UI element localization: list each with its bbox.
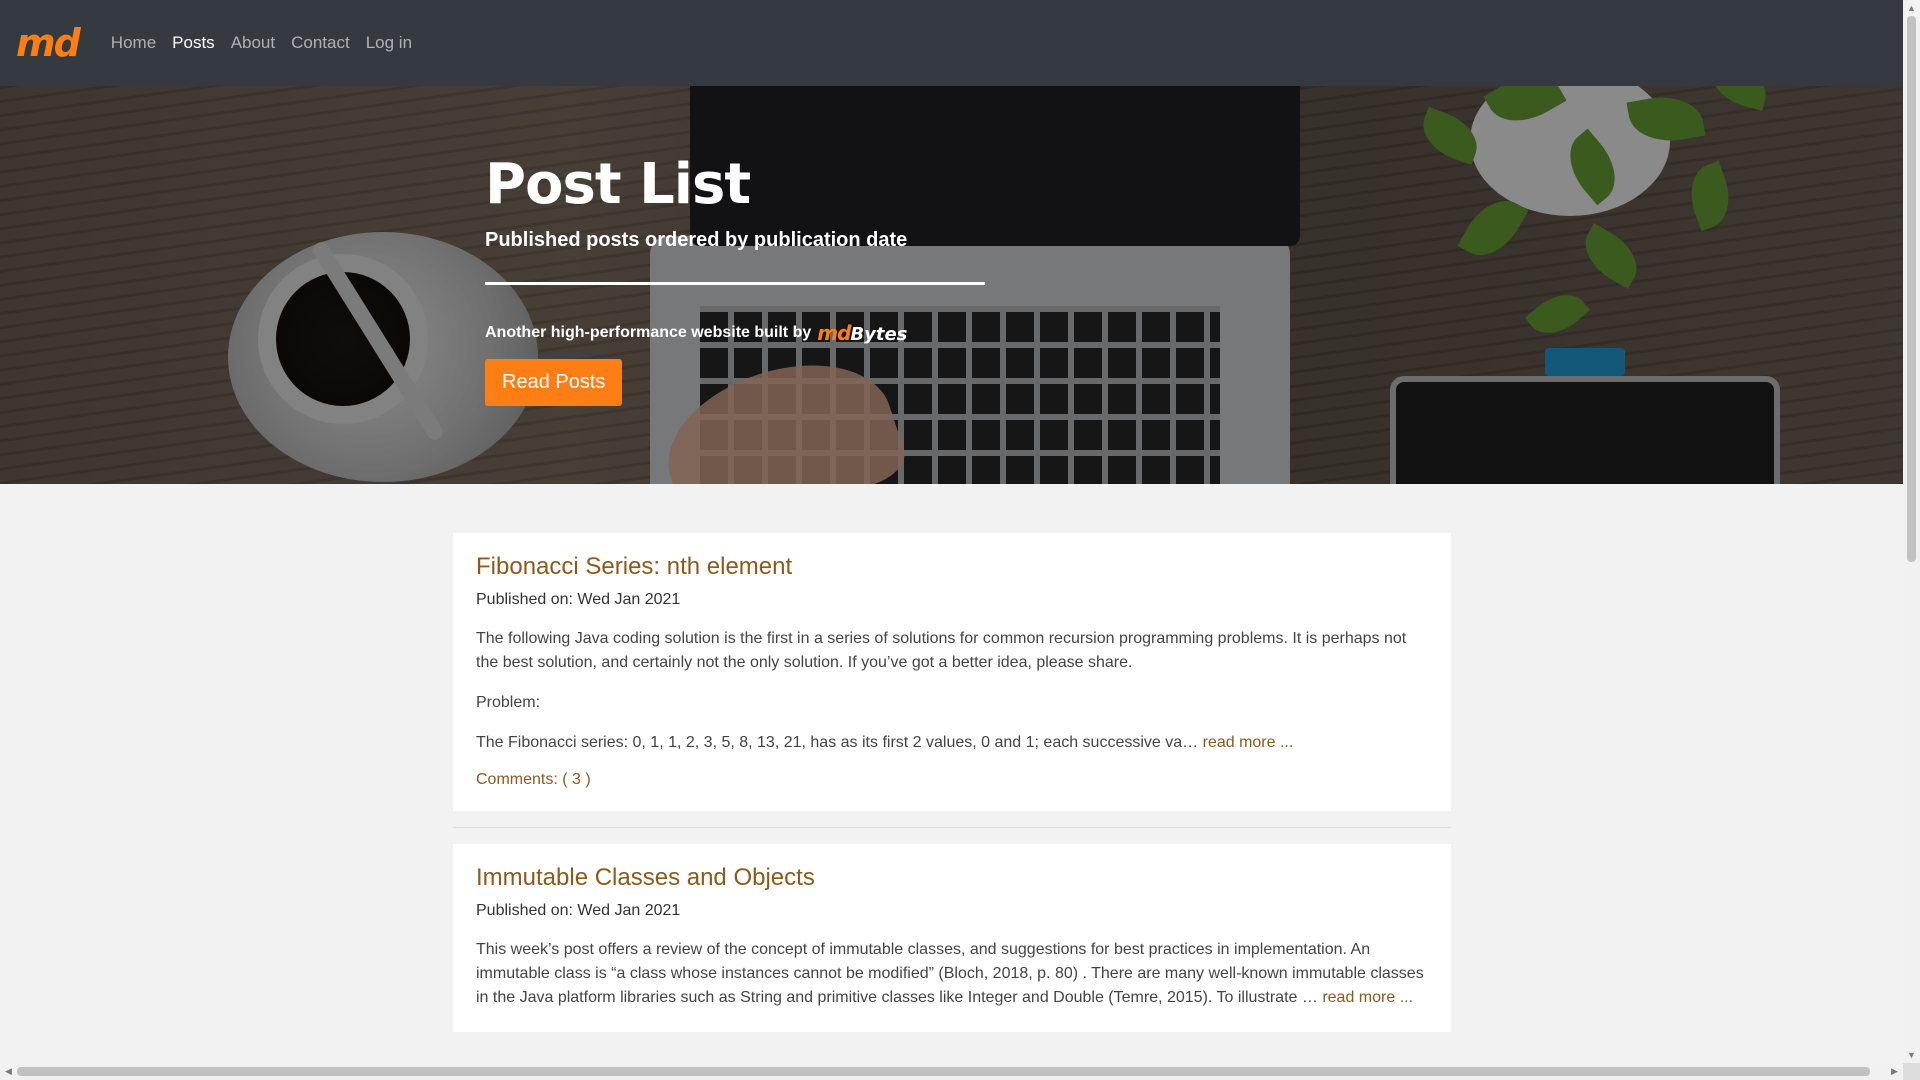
scrollbar-corner: [1903, 1063, 1920, 1080]
page-subtitle: Published posts ordered by publication d…: [485, 229, 908, 251]
tagline-text: Another high-performance website built b…: [485, 324, 812, 341]
site-logo[interactable]: md: [16, 21, 81, 65]
post-paragraph: The Fibonacci series: 0, 1, 1, 2, 3, 5, …: [476, 731, 1428, 755]
nav-link-home[interactable]: Home: [103, 33, 164, 53]
post-list: Fibonacci Series: nth element Published …: [453, 533, 1451, 1032]
read-more-link[interactable]: read more ...: [1322, 989, 1413, 1006]
nav-link-login[interactable]: Log in: [358, 33, 420, 53]
post-excerpt: This week’s post offers a review of the …: [476, 938, 1428, 1010]
post-card: Fibonacci Series: nth element Published …: [453, 533, 1451, 811]
nav-link-contact[interactable]: Contact: [283, 33, 358, 53]
post-title-link[interactable]: Fibonacci Series: nth element: [476, 553, 792, 580]
vertical-scrollbar[interactable]: ▲ ▼: [1903, 0, 1920, 1063]
horizontal-scroll-thumb[interactable]: [17, 1067, 1870, 1076]
post-published-date: Published on: Wed Jan 2021: [476, 591, 681, 608]
top-navbar: md Home Posts About Contact Log in: [0, 0, 1903, 86]
post-card: Immutable Classes and Objects Published …: [453, 844, 1451, 1032]
post-published-date: Published on: Wed Jan 2021: [476, 902, 681, 919]
nav-links: Home Posts About Contact Log in: [103, 33, 420, 53]
scroll-left-arrow-icon[interactable]: ◀: [0, 1063, 17, 1080]
hero-divider: [485, 282, 985, 285]
comments-link[interactable]: Comments: ( 3 ): [476, 771, 1428, 789]
hero-content: Post List Published posts ordered by pub…: [485, 152, 985, 406]
post-excerpt: The following Java coding solution is th…: [476, 627, 1428, 755]
mdbytes-logo: md Bytes: [817, 321, 907, 345]
page-title: Post List: [485, 152, 751, 217]
post-paragraph: Problem:: [476, 694, 541, 711]
post-paragraph-text: This week’s post offers a review of the …: [476, 941, 1424, 1006]
post-divider: [453, 827, 1451, 828]
scroll-right-arrow-icon[interactable]: ▶: [1886, 1063, 1903, 1080]
nav-link-posts[interactable]: Posts: [164, 33, 223, 53]
browser-viewport: md Home Posts About Contact Log in Post …: [0, 0, 1903, 1063]
post-paragraph-text: The Fibonacci series: 0, 1, 1, 2, 3, 5, …: [476, 734, 1199, 751]
hero-tagline: Another high-performance website built b…: [485, 321, 985, 345]
read-posts-button[interactable]: Read Posts: [485, 359, 623, 406]
scroll-up-arrow-icon[interactable]: ▲: [1903, 0, 1920, 16]
vertical-scroll-thumb[interactable]: [1907, 16, 1916, 562]
post-paragraph: This week’s post offers a review of the …: [476, 938, 1428, 1010]
horizontal-scrollbar[interactable]: ◀ ▶: [0, 1063, 1903, 1080]
logo-text: md: [16, 21, 81, 65]
mdbytes-logo-word: Bytes: [850, 324, 908, 345]
scroll-down-arrow-icon[interactable]: ▼: [1903, 1047, 1920, 1063]
mdbytes-logo-md: md: [817, 321, 851, 345]
hero-banner: Post List Published posts ordered by pub…: [0, 86, 1903, 484]
post-title-link[interactable]: Immutable Classes and Objects: [476, 864, 815, 891]
read-more-link[interactable]: read more ...: [1203, 734, 1294, 751]
nav-link-about[interactable]: About: [223, 33, 283, 53]
post-paragraph: The following Java coding solution is th…: [476, 630, 1407, 671]
